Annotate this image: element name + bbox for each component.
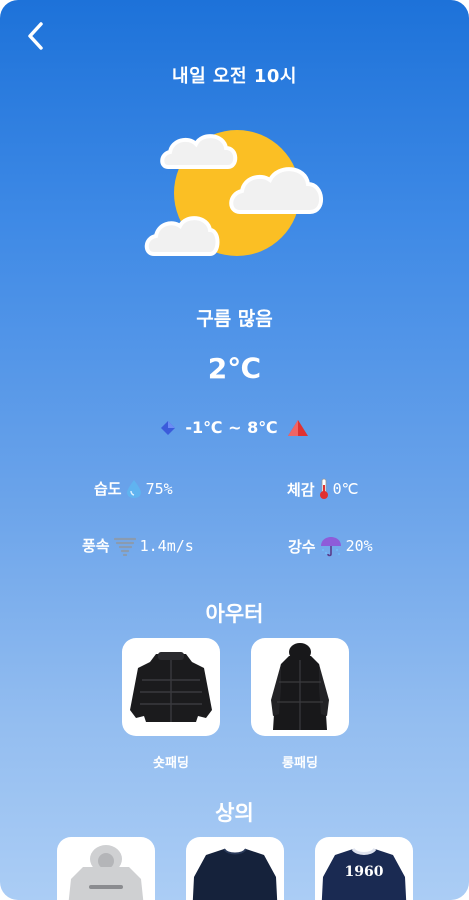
tops-card-navy-sweatshirt[interactable]: [186, 837, 284, 900]
feels-like-value: 0℃: [332, 480, 359, 498]
navy-sweatshirt-image: [192, 848, 278, 900]
humidity-label: 습도: [94, 480, 122, 498]
tops-section-title: 상의: [215, 801, 254, 825]
gray-hoodie-image: [68, 845, 144, 900]
feels-like-stat: 체감 0℃: [287, 478, 359, 500]
precipitation-label: 강수: [288, 537, 316, 556]
tops-card-gray-hoodie[interactable]: [57, 837, 155, 900]
tornado-icon: [113, 537, 136, 556]
precipitation-value: 20%: [345, 537, 373, 555]
weather-condition: 구름 많음: [196, 308, 273, 330]
blue-diamond-icon: [161, 420, 176, 435]
chevron-left-icon: [28, 22, 43, 50]
outerwear-label-short-padding: 숏패딩: [153, 756, 189, 771]
humidity-stat: 습도 75%: [94, 478, 173, 499]
temperature-range: -1℃ ~ 8℃: [0, 418, 469, 437]
current-temperature: 2℃: [207, 352, 262, 385]
wind-stat: 풍속 1.4m/s: [82, 535, 194, 556]
partly-cloudy-sun-icon: [138, 118, 330, 266]
umbrella-rain-icon: [320, 537, 341, 557]
outerwear-card-short-padding[interactable]: [122, 638, 220, 736]
forecast-time: 내일 오전 10시: [172, 66, 297, 87]
outerwear-label-long-padding: 롱패딩: [282, 756, 318, 771]
short-padding-jacket-image: [130, 652, 212, 722]
humidity-value: 75%: [145, 479, 173, 498]
back-button[interactable]: [18, 18, 54, 54]
precipitation-stat: 강수 20%: [288, 535, 373, 557]
wind-value: 1.4m/s: [139, 536, 194, 555]
weather-detail-screen: 내일 오전 10시 구름 많음 2℃ -1℃ ~ 8℃ 습도 75% 체감 0℃…: [0, 0, 469, 900]
outerwear-section-title: 아우터: [205, 602, 264, 626]
wind-label: 풍속: [82, 537, 110, 555]
temperature-range-text: -1℃ ~ 8℃: [185, 418, 278, 437]
tops-card-navy-print-sweatshirt[interactable]: 1960: [315, 837, 413, 900]
outerwear-card-long-padding[interactable]: [251, 638, 349, 736]
feels-like-label: 체감: [287, 480, 315, 499]
thermometer-icon: [319, 478, 328, 499]
red-triangle-icon: [287, 419, 308, 436]
sweatshirt-print-text: 1960: [344, 864, 384, 880]
droplet-icon: [126, 479, 141, 498]
long-padding-coat-image: [271, 643, 329, 730]
